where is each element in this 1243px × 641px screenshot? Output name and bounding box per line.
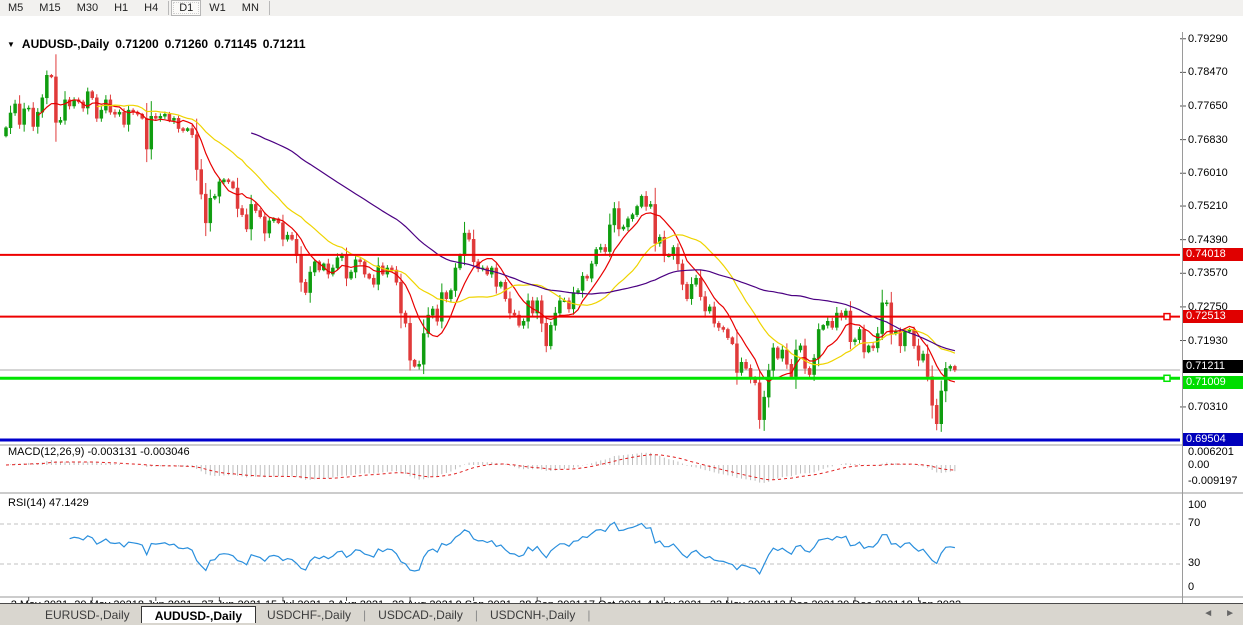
macd-scale-label: -0.009197	[1188, 475, 1238, 487]
toolbar-separator	[168, 1, 169, 15]
ohlc-open: 0.71200	[115, 37, 158, 51]
tab-audusd[interactable]: AUDUSD-,Daily	[141, 606, 256, 623]
rsi-scale-label: 100	[1188, 499, 1206, 511]
price-tick-label: 0.76830	[1188, 134, 1228, 146]
support-line-0-71009-handle[interactable]	[1164, 375, 1170, 381]
price-tick-label: 0.74390	[1188, 234, 1228, 246]
price-tag-0-71009: 0.71009	[1183, 376, 1243, 389]
chart-tab-bar: EURUSD-,DailyAUDUSD-,DailyUSDCHF-,Daily |…	[0, 603, 1243, 625]
rsi-indicator-label: RSI(14) 47.1429	[8, 497, 89, 509]
ma-line-medium	[97, 105, 955, 365]
price-tick-label: 0.76010	[1188, 167, 1228, 179]
timeframe-button-d1[interactable]: D1	[171, 0, 201, 16]
macd-indicator-label: MACD(12,26,9) -0.003131 -0.003046	[8, 446, 190, 458]
timeframe-button-m30[interactable]: M30	[69, 0, 106, 16]
macd-signal-line	[6, 455, 955, 480]
price-tag-0-72513: 0.72513	[1183, 310, 1243, 323]
rsi-line	[70, 522, 955, 574]
candlesticks	[5, 54, 957, 432]
chart-canvas[interactable]	[0, 16, 1243, 641]
rsi-scale-label: 0	[1188, 581, 1194, 593]
tab-divider: |	[586, 608, 591, 622]
price-tick-label: 0.79290	[1188, 33, 1228, 45]
chart-header: ▼ AUDUSD-,Daily 0.71200 0.71260 0.71145 …	[7, 37, 306, 51]
tab-scroll-buttons: ◄ ►	[1203, 608, 1235, 619]
rsi-scale-label: 30	[1188, 557, 1200, 569]
tab-scroll-left-icon[interactable]: ◄	[1203, 608, 1213, 619]
chart-surface[interactable]: ▼ AUDUSD-,Daily 0.71200 0.71260 0.71145 …	[0, 16, 1243, 602]
tab-usdchf[interactable]: USDCHF-,Daily	[256, 606, 362, 624]
timeframe-button-mn[interactable]: MN	[234, 0, 267, 16]
tab-usdcnh[interactable]: USDCNH-,Daily	[479, 606, 586, 624]
price-axis-separator	[1182, 32, 1183, 618]
price-tick-label: 0.77650	[1188, 100, 1228, 112]
timeframe-toolbar: M5M15M30H1H4 D1W1MN	[0, 0, 1243, 17]
macd-scale-label: 0.006201	[1188, 446, 1234, 458]
tab-eurusd[interactable]: EURUSD-,Daily	[34, 606, 141, 624]
chart-title: AUDUSD-,Daily	[22, 37, 109, 51]
price-tick-label: 0.73570	[1188, 267, 1228, 279]
timeframe-button-m15[interactable]: M15	[31, 0, 68, 16]
timeframe-button-w1[interactable]: W1	[201, 0, 234, 16]
tab-scroll-right-icon[interactable]: ►	[1225, 608, 1235, 619]
price-tag-0-69504: 0.69504	[1183, 433, 1243, 446]
price-tick-label: 0.71930	[1188, 335, 1228, 347]
macd-scale-label: 0.00	[1188, 459, 1209, 471]
price-tick-label: 0.70310	[1188, 401, 1228, 413]
price-tick-label: 0.78470	[1188, 66, 1228, 78]
price-tag-0-71211: 0.71211	[1183, 360, 1243, 373]
ohlc-low: 0.71145	[214, 37, 257, 51]
ohlc-high: 0.71260	[165, 37, 208, 51]
price-tick-label: 0.75210	[1188, 200, 1228, 212]
timeframe-button-m5[interactable]: M5	[0, 0, 31, 16]
chart-dropdown-icon[interactable]: ▼	[7, 40, 15, 49]
ohlc-close: 0.71211	[263, 37, 306, 51]
resistance-line-0-72513-handle[interactable]	[1164, 314, 1170, 320]
timeframe-button-h1[interactable]: H1	[106, 0, 136, 16]
tab-usdcad[interactable]: USDCAD-,Daily	[367, 606, 474, 624]
toolbar-separator	[269, 1, 270, 15]
price-tag-0-74018: 0.74018	[1183, 248, 1243, 261]
timeframe-button-h4[interactable]: H4	[136, 0, 166, 16]
rsi-scale-label: 70	[1188, 517, 1200, 529]
